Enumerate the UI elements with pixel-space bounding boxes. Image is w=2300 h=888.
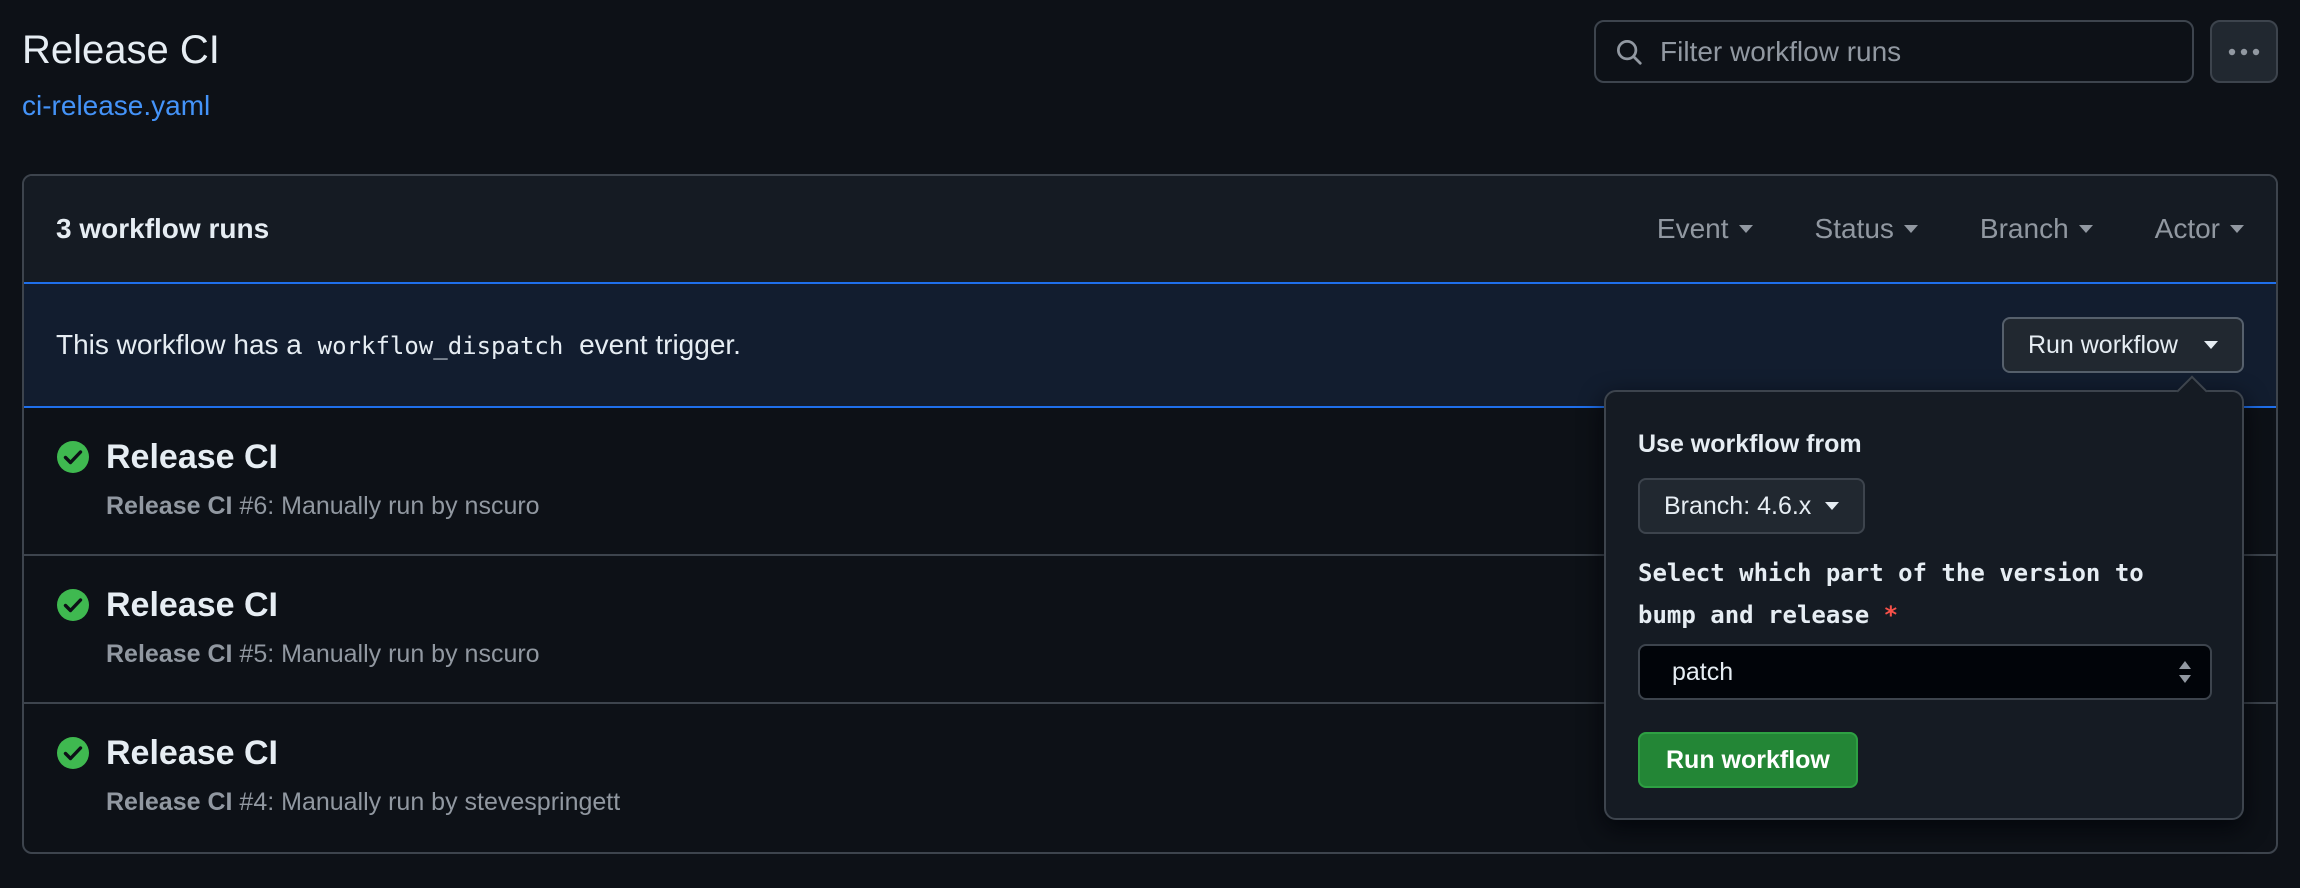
filter-label: Event bbox=[1656, 213, 1729, 244]
run-workflow-dropdown-button[interactable]: Run workflow bbox=[2001, 317, 2244, 373]
page: Release CI ci-release.yaml 3 workflow ru… bbox=[0, 0, 2300, 888]
filter-bar: Event Status Branch Actor bbox=[1657, 213, 2244, 245]
filter-branch[interactable]: Branch bbox=[1980, 213, 2093, 245]
run-detail: Release CI #4: Manually run by stevespri… bbox=[106, 788, 620, 817]
filter-event[interactable]: Event bbox=[1657, 213, 1753, 245]
page-title: Release CI bbox=[22, 28, 220, 72]
run-count: 3 workflow runs bbox=[56, 213, 270, 244]
run-title[interactable]: Release CI bbox=[106, 438, 278, 477]
dispatch-message: This workflow has a workflow_dispatch ev… bbox=[56, 329, 741, 361]
version-part-select[interactable]: patch bbox=[1638, 644, 2212, 700]
filter-label: Branch bbox=[1979, 213, 2069, 244]
version-bump-label: Select which part of the version to bump… bbox=[1638, 552, 2198, 636]
use-workflow-from-label: Use workflow from bbox=[1638, 430, 1862, 458]
branch-label: Branch: 4.6.x bbox=[1664, 491, 1812, 520]
filter-label: Status bbox=[1814, 213, 1894, 244]
runs-box-header: 3 workflow runs Event Status Branch Acto… bbox=[24, 176, 2276, 284]
run-description: #4: Manually run by stevespringett bbox=[232, 788, 621, 816]
run-workflow-name: Release CI bbox=[106, 492, 233, 520]
check-circle-icon bbox=[57, 737, 89, 769]
search-box[interactable] bbox=[1594, 20, 2194, 83]
more-options-button[interactable] bbox=[2210, 20, 2278, 83]
dispatch-text-after: event trigger. bbox=[579, 329, 741, 360]
caret-down-icon bbox=[2078, 225, 2093, 233]
run-workflow-name: Release CI bbox=[106, 640, 233, 668]
caret-down-icon bbox=[1825, 502, 1840, 510]
workflow-file-link[interactable]: ci-release.yaml bbox=[22, 90, 210, 122]
dispatch-event-code: workflow_dispatch bbox=[317, 332, 564, 360]
required-marker: * bbox=[1883, 601, 1899, 629]
check-circle-icon bbox=[57, 441, 89, 473]
caret-down-icon bbox=[2204, 341, 2218, 349]
run-description: #6: Manually run by nscuro bbox=[232, 492, 540, 520]
run-detail: Release CI #5: Manually run by nscuro bbox=[106, 640, 540, 669]
select-arrows-icon bbox=[2179, 661, 2191, 683]
run-detail: Release CI #6: Manually run by nscuro bbox=[106, 492, 540, 521]
run-workflow-popover: Use workflow from Branch: 4.6.x Select w… bbox=[1604, 375, 2244, 820]
check-circle-icon bbox=[57, 589, 89, 621]
filter-label: Actor bbox=[2154, 213, 2220, 244]
caret-down-icon bbox=[1903, 225, 1918, 233]
filter-status[interactable]: Status bbox=[1815, 213, 1918, 245]
filter-actor[interactable]: Actor bbox=[2155, 213, 2244, 245]
branch-select-button[interactable]: Branch: 4.6.x bbox=[1638, 478, 1866, 534]
caret-down-icon bbox=[2230, 225, 2244, 233]
run-workflow-label: Run workflow bbox=[2027, 330, 2178, 359]
kebab-menu-icon bbox=[2228, 48, 2260, 55]
run-workflow-submit-button[interactable]: Run workflow bbox=[1638, 732, 1858, 788]
selected-value: patch bbox=[1672, 657, 1734, 686]
run-title[interactable]: Release CI bbox=[106, 734, 278, 773]
run-title[interactable]: Release CI bbox=[106, 586, 278, 625]
search-input[interactable] bbox=[1660, 35, 2180, 68]
run-workflow-name: Release CI bbox=[106, 788, 233, 816]
run-description: #5: Manually run by nscuro bbox=[232, 640, 540, 668]
search-icon bbox=[1617, 39, 1642, 65]
caret-down-icon bbox=[1738, 225, 1753, 233]
dispatch-text-before: This workflow has a bbox=[56, 329, 302, 360]
